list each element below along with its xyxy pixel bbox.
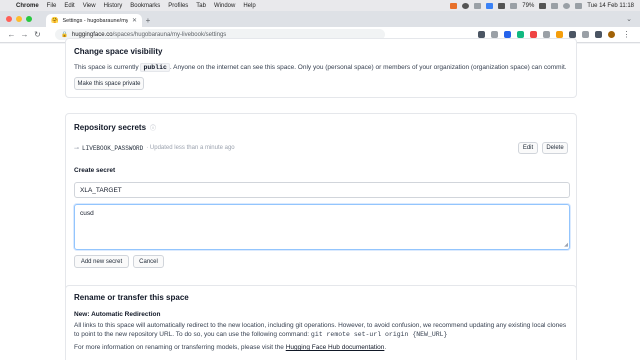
tab-settings[interactable]: 🤗 Settings - hugobaraune/my-live ✕ [46, 14, 142, 27]
visibility-card: Change space visibility This space is cu… [65, 38, 577, 98]
puzzle-icon[interactable] [582, 31, 589, 38]
extension-icon[interactable] [530, 31, 537, 38]
more-menu-icon[interactable]: ⋮ [621, 30, 632, 39]
settings-page: Change space visibility This space is cu… [0, 38, 640, 360]
search-icon[interactable] [563, 2, 571, 9]
wifi-icon[interactable] [551, 2, 559, 9]
bookmark-star-icon[interactable] [491, 31, 498, 38]
status-area: 79% Tue 14 Feb 11:18 [450, 2, 634, 9]
secrets-title: Repository secrets [74, 123, 147, 132]
forward-icon[interactable]: → [19, 30, 30, 39]
secret-name-input[interactable]: XLA_TARGET [74, 182, 570, 198]
secret-value-textarea[interactable]: cusd ◢ [74, 204, 570, 250]
rename-subtitle: New: Automatic Redirection [74, 311, 161, 318]
url-host: huggingface.co [71, 31, 113, 38]
window-controls [6, 11, 32, 27]
key-icon: ⊸ [74, 145, 80, 152]
record-icon[interactable] [462, 2, 470, 9]
new-tab-icon[interactable]: + [142, 14, 154, 27]
add-new-secret-button[interactable]: Add new secret [74, 255, 129, 268]
docs-period: . [384, 344, 387, 351]
control-center-icon[interactable] [575, 2, 583, 9]
visibility-title: Change space visibility [74, 47, 163, 56]
battery-percent: 79% [522, 2, 535, 9]
visibility-badge: public [140, 63, 170, 72]
close-tab-icon[interactable]: ✕ [132, 17, 137, 24]
menu-edit[interactable]: Edit [64, 3, 74, 9]
menu-help[interactable]: Help [243, 3, 255, 9]
menu-bookmarks[interactable]: Bookmarks [130, 3, 160, 9]
git-command: git remote set-url origin {NEW_URL} [310, 331, 448, 338]
battery-icon[interactable] [539, 2, 547, 9]
url-path: /spaces/hugobarauna/my-livebook/settings [112, 31, 227, 38]
info-icon[interactable]: ⓘ [150, 123, 156, 132]
share-icon[interactable] [478, 31, 485, 38]
menu-chrome[interactable]: Chrome [16, 3, 39, 9]
menu-history[interactable]: History [104, 3, 123, 9]
sound-icon[interactable] [510, 2, 518, 9]
tab-search-chevron-icon[interactable]: ⌄ [626, 11, 632, 27]
macos-menu-bar: Chrome File Edit View History Bookmarks … [0, 0, 640, 11]
cancel-button[interactable]: Cancel [133, 255, 164, 268]
status-app-icon[interactable] [450, 2, 458, 9]
visibility-text-after: . Anyone on the internet can see this sp… [169, 64, 567, 71]
fullscreen-window-icon[interactable] [26, 16, 32, 22]
rename-card: Rename or transfer this space New: Autom… [65, 285, 577, 360]
menu-clock[interactable]: Tue 14 Feb 11:18 [587, 3, 634, 9]
secret-name: LIVEBOOK_PASSWORD [82, 144, 144, 152]
menu-profiles[interactable]: Profiles [168, 3, 188, 9]
secrets-header: Repository secrets ⓘ [74, 123, 156, 132]
minimize-window-icon[interactable] [16, 16, 22, 22]
menu-file[interactable]: File [47, 3, 57, 9]
profile-avatar[interactable] [608, 31, 615, 38]
secret-row: ⊸ LIVEBOOK_PASSWORD · Updated less than … [74, 142, 570, 154]
extension-icon[interactable] [543, 31, 550, 38]
secret-updated: · Updated less than a minute ago [146, 145, 235, 151]
menu-window[interactable]: Window [214, 3, 235, 9]
create-secret-title: Create secret [74, 167, 116, 174]
sidebar-icon[interactable] [595, 31, 602, 38]
dropbox-icon[interactable] [486, 2, 494, 9]
secret-value-text: cusd [80, 210, 94, 217]
edit-secret-button[interactable]: Edit [518, 142, 538, 154]
close-window-icon[interactable] [6, 16, 12, 22]
tab-strip: 🤗 Settings - hugobaraune/my-live ✕ + ⌄ [0, 11, 640, 27]
extension-icon[interactable] [556, 31, 563, 38]
make-private-button[interactable]: Make this space private [74, 77, 144, 90]
tab-title: Settings - hugobaraune/my-live [62, 17, 128, 24]
extension-icon[interactable] [569, 31, 576, 38]
visibility-text-before: This space is currently [74, 64, 139, 71]
rename-paragraph: All links to this space will automatical… [74, 321, 570, 339]
hub-docs-link[interactable]: Hugging Face Hub documentation [286, 344, 385, 351]
resize-handle-icon[interactable]: ◢ [564, 242, 568, 248]
huggingface-favicon-icon: 🤗 [51, 18, 59, 24]
visibility-text: This space is currently public. Anyone o… [74, 63, 570, 72]
back-icon[interactable]: ← [6, 30, 17, 39]
cloud-icon[interactable] [474, 2, 482, 9]
reload-icon[interactable]: ↻ [32, 30, 43, 39]
extension-icon[interactable] [517, 31, 524, 38]
menu-tab[interactable]: Tab [196, 3, 206, 9]
extension-icon[interactable] [504, 31, 511, 38]
docs-text: For more information on renaming or tran… [74, 344, 284, 351]
bluetooth-icon[interactable] [498, 2, 506, 9]
docs-paragraph: For more information on renaming or tran… [74, 344, 570, 351]
menu-view[interactable]: View [83, 3, 96, 9]
lock-icon[interactable]: 🔒 [61, 32, 68, 38]
rename-title: Rename or transfer this space [74, 293, 189, 302]
delete-secret-button[interactable]: Delete [542, 142, 568, 154]
